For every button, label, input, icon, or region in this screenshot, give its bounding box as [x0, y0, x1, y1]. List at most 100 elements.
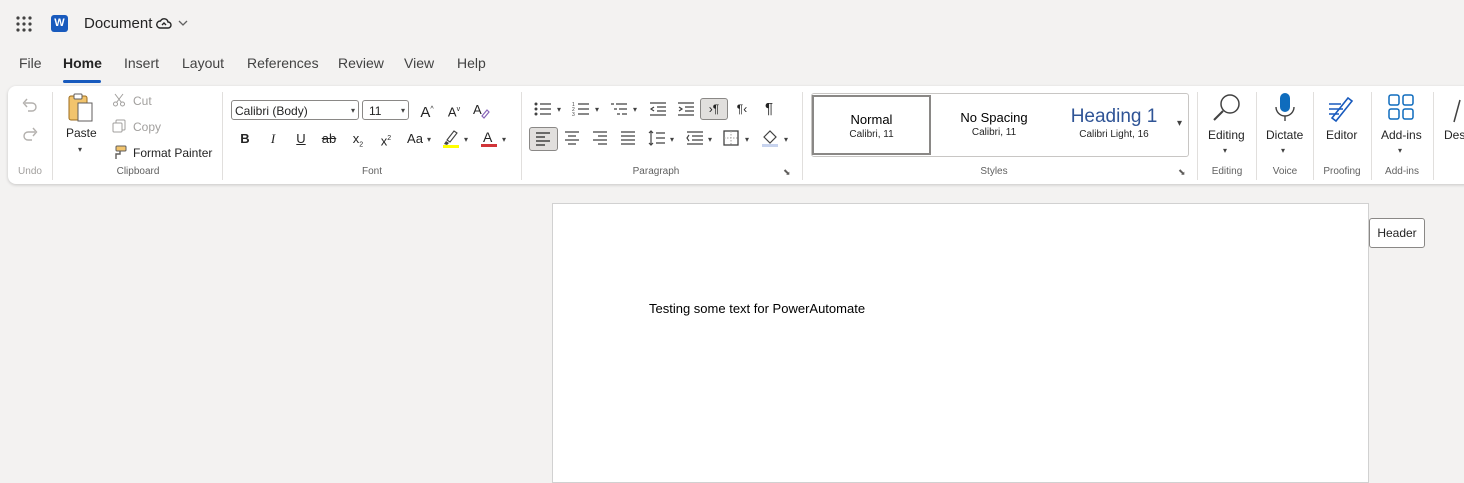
- align-left-icon: [536, 132, 550, 146]
- shading-icon[interactable]: [761, 128, 779, 148]
- subscript-button[interactable]: x2: [347, 128, 369, 150]
- align-center-icon[interactable]: [564, 131, 580, 145]
- document-page[interactable]: [552, 203, 1369, 483]
- document-body-text[interactable]: Testing some text for PowerAutomate: [649, 301, 865, 316]
- align-left-button[interactable]: [529, 127, 558, 151]
- voice-group-label: Voice: [1272, 166, 1298, 177]
- ltr-pilcrow-icon: ›¶: [708, 102, 720, 116]
- redo-icon[interactable]: [21, 126, 39, 142]
- shrink-font-button[interactable]: Av: [443, 99, 465, 121]
- document-title[interactable]: Document: [84, 15, 152, 32]
- change-case-button[interactable]: Aa: [403, 128, 427, 150]
- tab-insert[interactable]: Insert: [124, 55, 159, 71]
- editing-button[interactable]: Editing: [1208, 128, 1245, 142]
- editor-pen-icon[interactable]: [1326, 92, 1358, 124]
- chevron-down-icon[interactable]: ▾: [427, 135, 431, 144]
- dictate-button[interactable]: Dictate: [1266, 128, 1303, 142]
- decrease-indent-icon[interactable]: [649, 101, 667, 117]
- style-normal[interactable]: Normal Calibri, 11: [812, 95, 931, 155]
- chevron-down-icon[interactable]: ▾: [557, 105, 561, 114]
- copy-button[interactable]: Copy: [133, 120, 161, 134]
- cut-button[interactable]: Cut: [133, 94, 152, 108]
- chevron-down-icon[interactable]: ▾: [502, 135, 506, 144]
- style-heading-1[interactable]: Heading 1 Calibri Light, 16: [1054, 94, 1174, 156]
- editor-button[interactable]: Editor: [1326, 128, 1357, 142]
- chevron-down-icon[interactable]: ▾: [1223, 146, 1227, 155]
- line-spacing-icon[interactable]: [648, 130, 666, 146]
- justify-icon[interactable]: [620, 131, 636, 145]
- paragraph-dialog-launcher-icon[interactable]: ⬊: [783, 167, 791, 178]
- designer-icon[interactable]: [1452, 98, 1464, 124]
- ribbon-separator: [1433, 92, 1434, 180]
- tab-layout[interactable]: Layout: [182, 55, 224, 71]
- bold-button[interactable]: B: [234, 128, 256, 150]
- superscript-button[interactable]: x2: [375, 128, 397, 150]
- add-ins-icon[interactable]: [1387, 93, 1415, 121]
- italic-button[interactable]: I: [262, 128, 284, 150]
- underline-button[interactable]: U: [290, 128, 312, 150]
- style-no-spacing[interactable]: No Spacing Calibri, 11: [934, 94, 1054, 156]
- font-color-icon[interactable]: A: [480, 128, 498, 148]
- microphone-icon[interactable]: [1273, 92, 1297, 124]
- numbering-icon[interactable]: 123: [572, 101, 590, 117]
- ribbon-separator: [222, 92, 223, 180]
- bullets-icon[interactable]: [534, 101, 552, 117]
- borders-icon[interactable]: [723, 130, 739, 146]
- chevron-down-icon[interactable]: ▾: [670, 135, 674, 144]
- tab-home[interactable]: Home: [63, 55, 102, 71]
- font-name-value: Calibri (Body): [235, 104, 308, 118]
- paste-button[interactable]: Paste: [66, 126, 97, 140]
- add-ins-button[interactable]: Add-ins: [1381, 128, 1422, 142]
- format-painter-button[interactable]: Format Painter: [133, 146, 212, 160]
- tab-review[interactable]: Review: [338, 55, 384, 71]
- header-button[interactable]: Header: [1369, 218, 1425, 248]
- paste-icon[interactable]: [65, 92, 97, 124]
- chevron-down-icon[interactable]: ▾: [745, 135, 749, 144]
- editing-group-label: Editing: [1211, 166, 1243, 177]
- copy-icon[interactable]: [112, 119, 126, 133]
- clear-formatting-icon[interactable]: A: [472, 101, 490, 119]
- ltr-paragraph-button[interactable]: ›¶: [700, 98, 728, 120]
- clipboard-group-label: Clipboard: [116, 166, 160, 177]
- styles-more-chevron-icon[interactable]: ▾: [1177, 118, 1182, 129]
- increase-indent-icon[interactable]: [677, 101, 695, 117]
- font-size-dropdown[interactable]: 11 ▾: [362, 100, 409, 120]
- app-launcher-icon[interactable]: [16, 16, 32, 32]
- grow-font-button[interactable]: A^: [416, 99, 438, 121]
- tab-help[interactable]: Help: [457, 55, 486, 71]
- chevron-down-icon[interactable]: ▾: [784, 135, 788, 144]
- chevron-down-icon[interactable]: ▾: [464, 135, 468, 144]
- format-painter-icon[interactable]: [111, 144, 127, 160]
- chevron-down-icon[interactable]: ▾: [708, 135, 712, 144]
- ribbon-separator: [802, 92, 803, 180]
- chevron-down-icon[interactable]: ▾: [595, 105, 599, 114]
- chevron-down-icon[interactable]: ▾: [1398, 146, 1402, 155]
- paragraph-spacing-icon[interactable]: [686, 130, 704, 146]
- align-right-icon[interactable]: [592, 131, 608, 145]
- multilevel-list-icon[interactable]: [610, 101, 628, 117]
- chevron-down-icon[interactable]: [178, 20, 188, 27]
- designer-button[interactable]: Des: [1444, 128, 1464, 142]
- rtl-paragraph-button[interactable]: ¶‹: [731, 98, 753, 120]
- chevron-down-icon[interactable]: ▾: [633, 105, 637, 114]
- style-normal-name: Normal: [850, 112, 893, 127]
- strikethrough-button[interactable]: ab: [318, 128, 340, 150]
- cloud-sync-icon[interactable]: [156, 17, 172, 31]
- chevron-down-icon: ▾: [350, 106, 355, 115]
- active-tab-indicator: [63, 80, 101, 83]
- tab-file[interactable]: File: [19, 55, 42, 71]
- scissors-icon[interactable]: [112, 93, 126, 107]
- tab-references[interactable]: References: [247, 55, 319, 71]
- search-icon[interactable]: [1211, 92, 1243, 124]
- undo-icon[interactable]: [21, 97, 39, 113]
- grow-font-icon: A: [420, 104, 431, 121]
- tab-view[interactable]: View: [404, 55, 434, 71]
- show-formatting-button[interactable]: ¶: [758, 98, 780, 120]
- title-bar: W Document: [0, 0, 1464, 48]
- chevron-down-icon[interactable]: ▾: [78, 145, 82, 154]
- styles-group-label: Styles: [980, 166, 1008, 177]
- styles-dialog-launcher-icon[interactable]: ⬊: [1178, 167, 1186, 178]
- highlighter-icon[interactable]: [442, 129, 460, 149]
- font-name-dropdown[interactable]: Calibri (Body) ▾: [231, 100, 359, 120]
- chevron-down-icon[interactable]: ▾: [1281, 146, 1285, 155]
